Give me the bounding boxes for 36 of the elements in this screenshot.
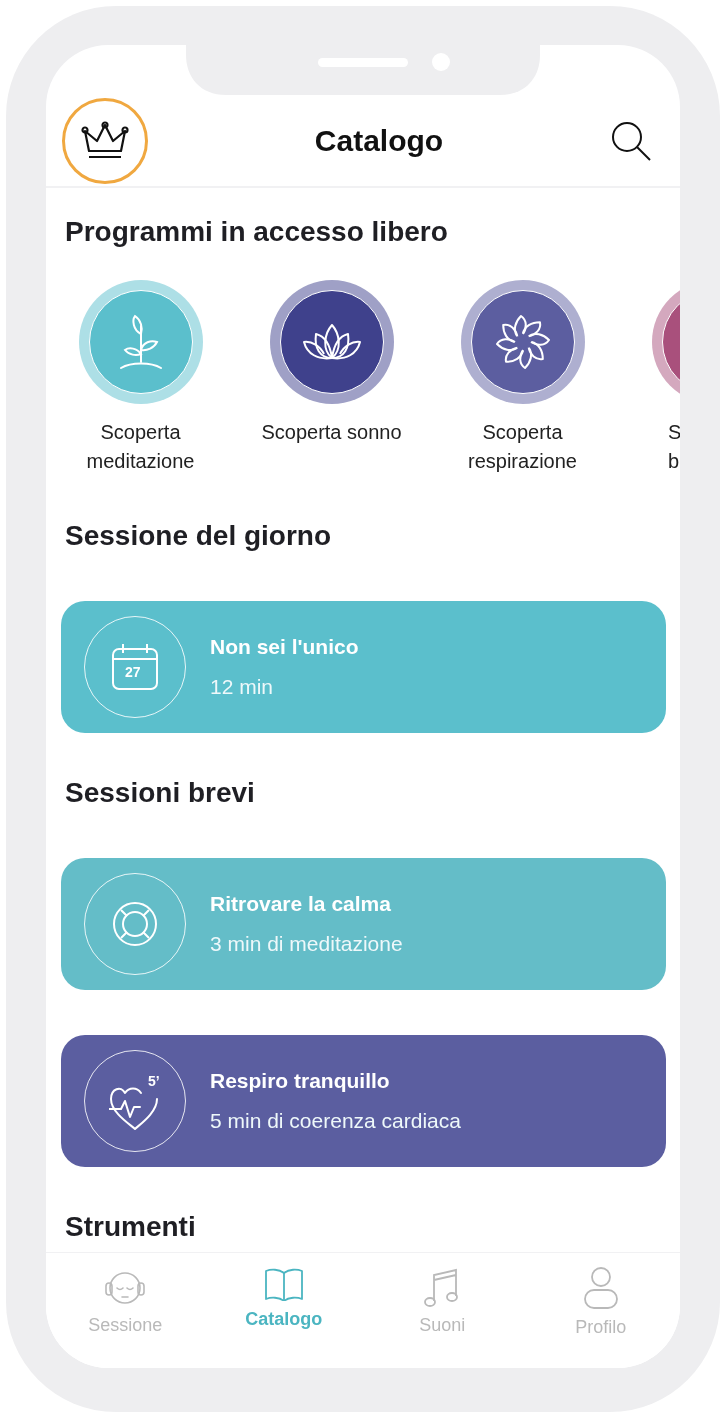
screen-title: Catalogo: [314, 123, 444, 158]
session-duration: 12 min: [210, 674, 275, 700]
sprout-icon: [118, 314, 163, 370]
tab-item[interactable]: Sessione: [46, 1253, 205, 1368]
section-heading: Strumenti: [65, 1210, 196, 1244]
session-duration: 3 min di meditazione: [210, 931, 403, 957]
premium-button[interactable]: [62, 97, 148, 184]
section-heading: Programmi in accesso libero: [65, 215, 448, 249]
duration-label: 5’: [148, 1073, 160, 1089]
music-note-icon: [424, 1267, 461, 1307]
tab-item[interactable]: Suoni: [363, 1253, 522, 1368]
program-label: Scoperta respirazione: [468, 420, 577, 474]
session-title: Respiro tranquillo: [210, 1068, 391, 1094]
crown-icon: [81, 120, 129, 161]
tab-item[interactable]: Catalogo: [204, 1253, 363, 1368]
program-label: Scoperta sonno: [261, 420, 402, 445]
search-icon[interactable]: [610, 119, 652, 162]
lifebuoy-icon: [112, 901, 158, 947]
section-heading: Sessione del giorno: [65, 519, 332, 553]
section-heading: Sessioni brevi: [65, 776, 255, 810]
session-title: Non sei l'unico: [210, 634, 359, 660]
session-duration: 5 min di coerenza cardiaca: [210, 1108, 461, 1134]
program-label: Scoperta meditazione: [86, 420, 195, 474]
session-title: Ritrovare la calma: [210, 891, 392, 917]
lotus-icon: [301, 322, 362, 362]
flower-icon: [494, 314, 551, 370]
heart-pulse-icon: [109, 1087, 159, 1131]
session-card[interactable]: 27 Non sei l'unico 12 min: [61, 601, 666, 733]
session-card[interactable]: 5’ Respiro tranquillo 5 min di coerenza cardiaca: [61, 1035, 666, 1167]
session-card[interactable]: Ritrovare la calma 3 min di meditazione: [61, 858, 666, 990]
date-number: 27: [125, 664, 141, 680]
program-label: S b: [667, 420, 680, 474]
person-icon: [582, 1267, 619, 1309]
calendar-icon: [111, 643, 159, 691]
open-book-icon: [262, 1267, 305, 1301]
tab-item[interactable]: Profilo: [521, 1253, 680, 1368]
